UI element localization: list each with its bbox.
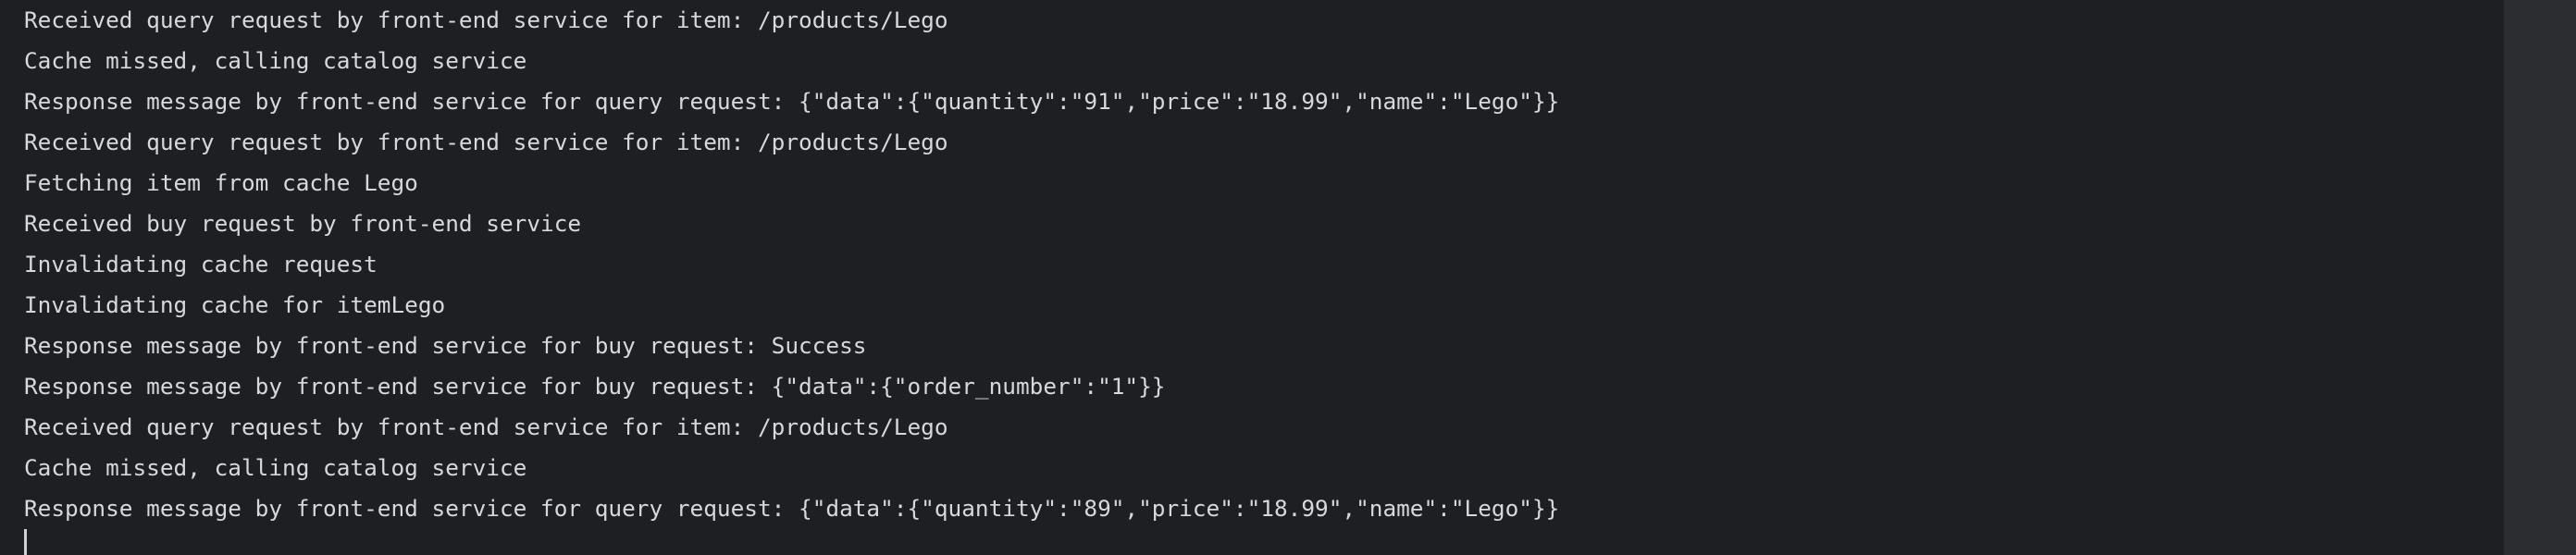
console-line: Received query request by front-end serv… bbox=[24, 6, 948, 33]
text-caret bbox=[24, 529, 27, 555]
console-line: Invalidating cache request bbox=[24, 251, 378, 278]
console-line: Fetching item from cache Lego bbox=[24, 169, 418, 196]
console-line: Cache missed, calling catalog service bbox=[24, 47, 527, 74]
console-line: Received query request by front-end serv… bbox=[24, 413, 948, 440]
console-input-line[interactable] bbox=[24, 529, 33, 555]
console-output[interactable]: Received query request by front-end serv… bbox=[0, 0, 2504, 555]
console-line: Response message by front-end service fo… bbox=[24, 495, 1560, 522]
console-line: Response message by front-end service fo… bbox=[24, 373, 1166, 400]
console-line: Response message by front-end service fo… bbox=[24, 88, 1560, 115]
console-line: Cache missed, calling catalog service bbox=[24, 454, 527, 481]
vertical-scrollbar[interactable] bbox=[2504, 0, 2576, 555]
console-line: Invalidating cache for itemLego bbox=[24, 291, 446, 318]
console-lines: Received query request by front-end serv… bbox=[24, 0, 1559, 529]
console-line: Received buy request by front-end servic… bbox=[24, 210, 582, 237]
console-line: Received query request by front-end serv… bbox=[24, 129, 948, 155]
console-line: Response message by front-end service fo… bbox=[24, 332, 867, 359]
